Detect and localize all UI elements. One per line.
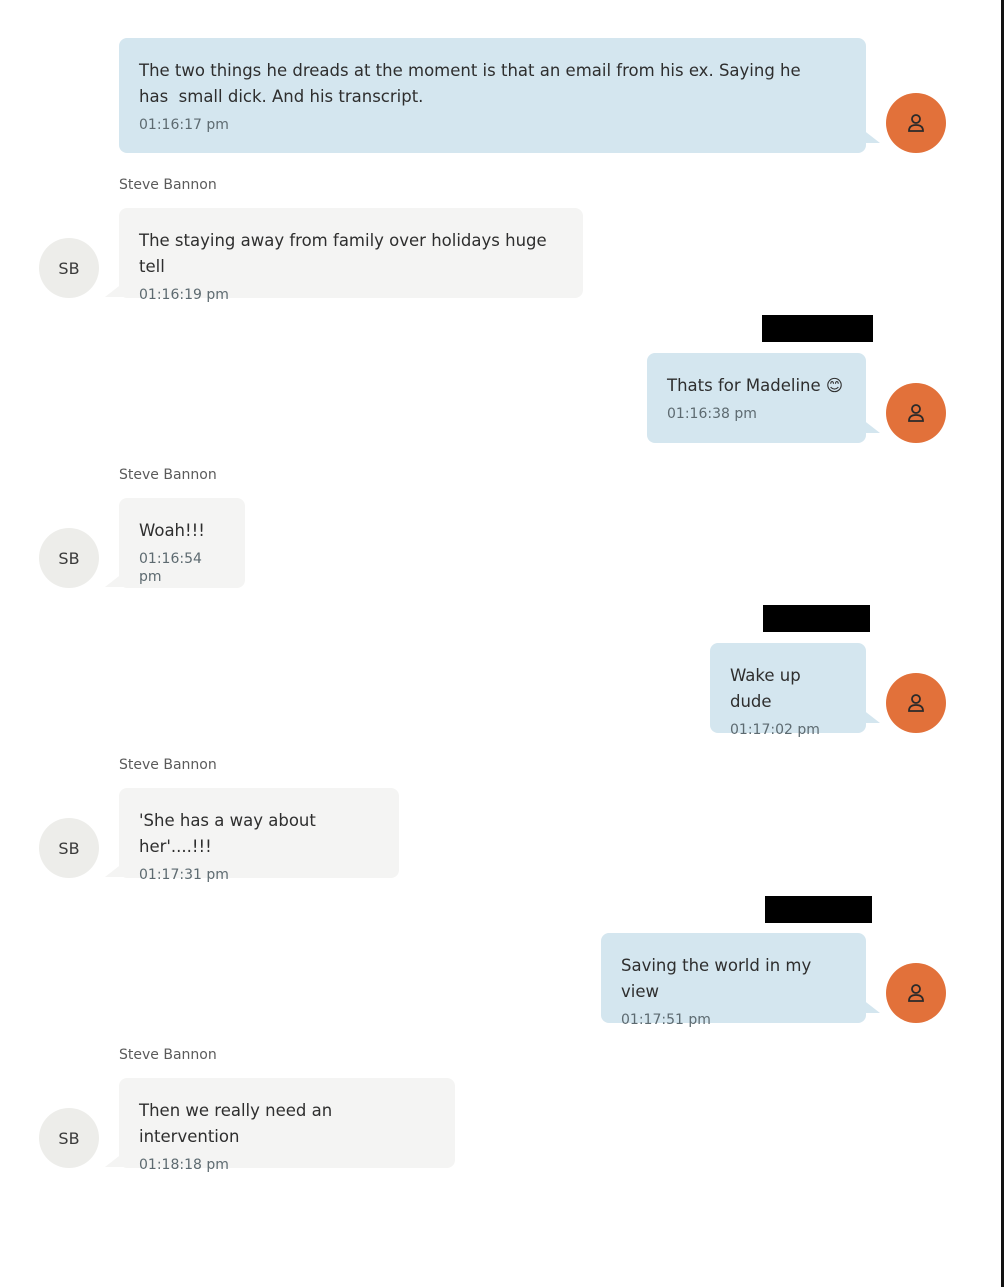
bubble-tail bbox=[862, 999, 880, 1013]
message-text: Then we really need an intervention bbox=[139, 1101, 338, 1146]
message-timestamp: 01:17:02 pm bbox=[730, 722, 820, 738]
user-icon bbox=[908, 694, 924, 712]
user-icon bbox=[908, 984, 924, 1002]
message-timestamp: 01:16:17 pm bbox=[139, 117, 229, 133]
bubble-tail bbox=[862, 709, 880, 723]
outgoing-message-bubble: Wake up dude 01:17:02 pm bbox=[710, 643, 866, 738]
user-avatar[interactable] bbox=[886, 383, 946, 443]
message-timestamp: 01:16:38 pm bbox=[667, 406, 757, 422]
sender-initials: SB bbox=[58, 258, 80, 278]
redaction-bar bbox=[763, 605, 870, 632]
outgoing-message-bubble: Saving the world in my view 01:17:51 pm bbox=[601, 933, 866, 1028]
message-text: The two things he dreads at the moment i… bbox=[139, 61, 801, 106]
sender-initials: SB bbox=[58, 838, 80, 858]
bubble-tail bbox=[862, 129, 880, 143]
outgoing-message-bubble: The two things he dreads at the moment i… bbox=[119, 38, 866, 153]
message-timestamp: 01:16:19 pm bbox=[139, 287, 229, 303]
message-timestamp: 01:18:18 pm bbox=[139, 1157, 229, 1173]
user-icon bbox=[908, 114, 924, 132]
bubble-tail bbox=[862, 419, 880, 433]
user-icon bbox=[908, 404, 924, 422]
sender-name: Steve Bannon bbox=[119, 757, 217, 773]
sender-name: Steve Bannon bbox=[119, 1047, 217, 1063]
message-text: Thats for Madeline 😊 bbox=[667, 376, 844, 395]
message-text: 'She has a way about her'....!!! bbox=[139, 811, 322, 856]
incoming-message-bubble: Woah!!! 01:16:54 pm bbox=[119, 498, 245, 588]
user-avatar[interactable] bbox=[886, 963, 946, 1023]
incoming-message-bubble: The staying away from family over holida… bbox=[119, 208, 583, 303]
sender-avatar[interactable]: SB bbox=[39, 818, 99, 878]
sender-initials: SB bbox=[58, 1128, 80, 1148]
sender-avatar[interactable]: SB bbox=[39, 238, 99, 298]
sender-avatar[interactable]: SB bbox=[39, 1108, 99, 1168]
sender-name: Steve Bannon bbox=[119, 467, 217, 483]
message-text: Wake up dude bbox=[730, 666, 806, 711]
message-timestamp: 01:16:54 pm bbox=[139, 551, 202, 585]
sender-name: Steve Bannon bbox=[119, 177, 217, 193]
sender-initials: SB bbox=[58, 548, 80, 568]
incoming-message-bubble: Then we really need an intervention 01:1… bbox=[119, 1078, 455, 1173]
message-text: Woah!!! bbox=[139, 521, 205, 540]
user-avatar[interactable] bbox=[886, 93, 946, 153]
message-timestamp: 01:17:51 pm bbox=[621, 1012, 711, 1028]
user-avatar[interactable] bbox=[886, 673, 946, 733]
message-text: The staying away from family over holida… bbox=[139, 231, 552, 276]
incoming-message-bubble: 'She has a way about her'....!!! 01:17:3… bbox=[119, 788, 399, 883]
message-text: Saving the world in my view bbox=[621, 956, 817, 1001]
sender-avatar[interactable]: SB bbox=[39, 528, 99, 588]
outgoing-message-bubble: Thats for Madeline 😊 01:16:38 pm bbox=[647, 353, 866, 443]
redaction-bar bbox=[762, 315, 873, 342]
redaction-bar bbox=[765, 896, 872, 923]
message-timestamp: 01:17:31 pm bbox=[139, 867, 229, 883]
